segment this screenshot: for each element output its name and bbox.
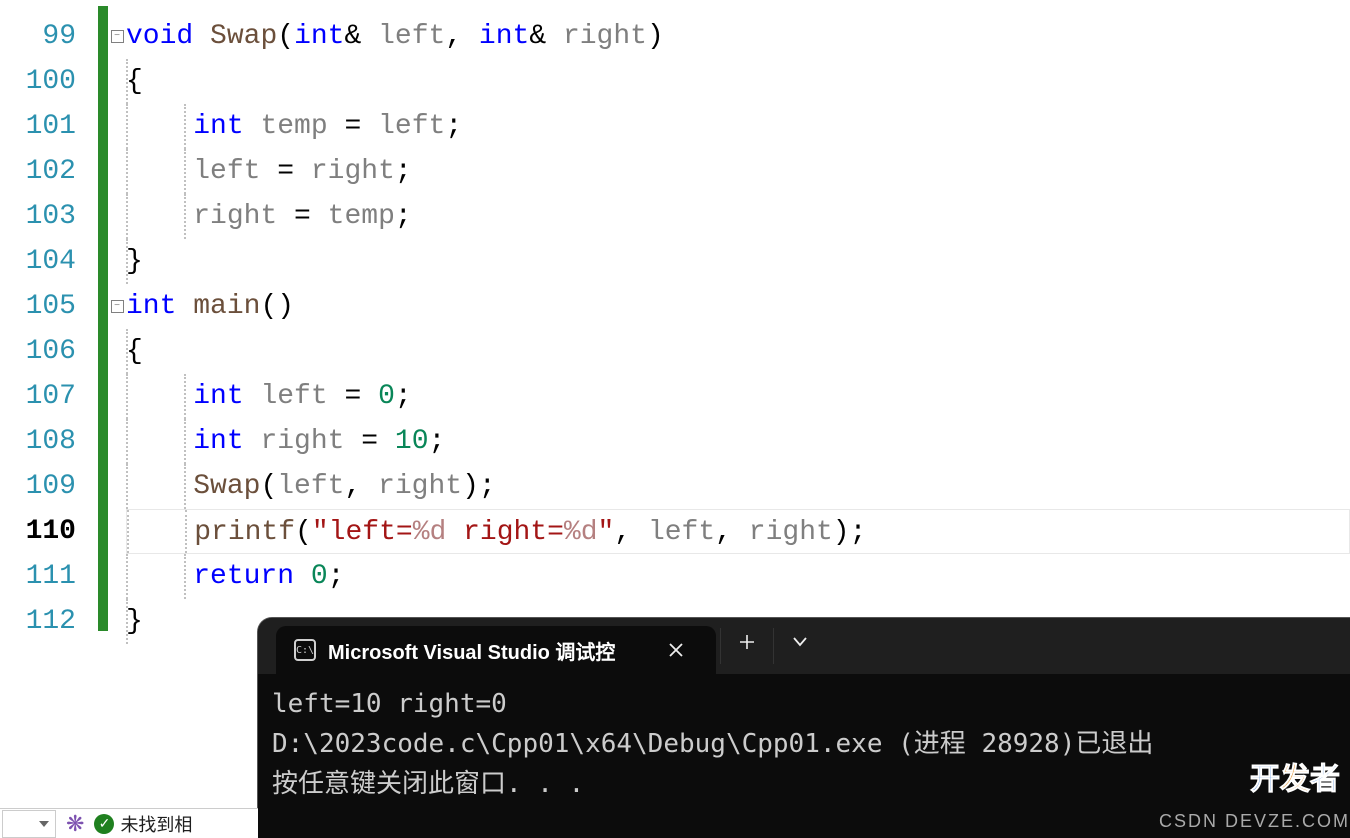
code-line[interactable]: right = temp; (126, 194, 1350, 239)
code-line[interactable]: { (126, 59, 1350, 104)
status-bar[interactable]: ❋ ✓ 未找到相 (0, 808, 258, 838)
check-icon: ✓ (94, 814, 114, 834)
line-number: 108 (0, 419, 90, 464)
line-number: 100 (0, 59, 90, 104)
line-number: 111 (0, 554, 90, 599)
console-line: D:\2023code.c\Cpp01\x64\Debug\Cpp01.exe … (272, 729, 1153, 759)
code-line[interactable]: int temp = left; (126, 104, 1350, 149)
debug-console-window[interactable]: C:\ Microsoft Visual Studio 调试控 left=10 … (258, 618, 1350, 838)
line-number: 106 (0, 329, 90, 374)
code-line[interactable]: left = right; (126, 149, 1350, 194)
code-line[interactable]: int right = 10; (126, 419, 1350, 464)
line-number-current: 110 (0, 509, 90, 554)
line-number-gutter: 99 100 101 102 103 104 105 106 107 108 1… (0, 0, 90, 838)
line-number: 105 (0, 284, 90, 329)
close-icon[interactable] (654, 626, 698, 674)
line-number: 99 (0, 14, 90, 59)
watermark-text: CSDN DEVZE.COM (1159, 811, 1350, 832)
copilot-icon[interactable]: ❋ (66, 811, 84, 837)
line-number: 101 (0, 104, 90, 149)
line-number: 107 (0, 374, 90, 419)
fold-column[interactable]: − − (108, 0, 126, 838)
console-line: left=10 right=0 (272, 689, 507, 719)
line-number: 103 (0, 194, 90, 239)
console-tabbar[interactable]: C:\ Microsoft Visual Studio 调试控 (258, 618, 1350, 674)
terminal-icon: C:\ (294, 639, 316, 661)
change-indicator-bar (98, 6, 108, 631)
code-line[interactable]: int left = 0; (126, 374, 1350, 419)
code-line[interactable]: { (126, 329, 1350, 374)
fold-toggle-icon[interactable]: − (111, 300, 124, 313)
watermark: 开发者 (1250, 754, 1340, 798)
console-output[interactable]: left=10 right=0 D:\2023code.c\Cpp01\x64\… (258, 674, 1350, 814)
console-tab-title: Microsoft Visual Studio 调试控 (328, 636, 642, 665)
new-tab-button[interactable] (725, 618, 769, 666)
code-line-current[interactable]: printf("left=%d right=%d", left, right); (126, 509, 1350, 554)
code-line[interactable]: } (126, 239, 1350, 284)
tab-separator (720, 628, 721, 664)
status-dropdown[interactable] (2, 810, 56, 838)
fold-toggle-icon[interactable]: − (111, 30, 124, 43)
line-number: 112 (0, 599, 90, 644)
line-number: 109 (0, 464, 90, 509)
margin-strip (90, 0, 98, 838)
code-line[interactable]: void Swap(int& left, int& right) (126, 14, 1350, 59)
tab-separator (773, 628, 774, 664)
line-number: 102 (0, 149, 90, 194)
console-line: 按任意键关闭此窗口. . . (272, 769, 600, 799)
code-line[interactable]: Swap(left, right); (126, 464, 1350, 509)
tab-dropdown-button[interactable] (778, 618, 822, 666)
status-text: 未找到相 (120, 811, 192, 837)
code-line[interactable]: int main() (126, 284, 1350, 329)
code-line[interactable]: return 0; (126, 554, 1350, 599)
console-tab[interactable]: C:\ Microsoft Visual Studio 调试控 (276, 626, 716, 674)
line-number: 104 (0, 239, 90, 284)
